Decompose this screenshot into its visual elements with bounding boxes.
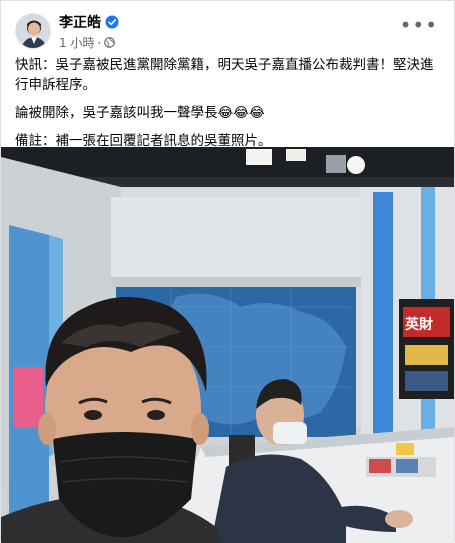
meta-separator: · — [97, 35, 102, 50]
studio-photo-illustration: 英財 — [1, 147, 454, 543]
author-block: 李正皓 1 小時 · — [59, 12, 119, 51]
globe-icon[interactable] — [104, 37, 116, 48]
verified-badge-icon — [105, 15, 119, 29]
post-meta: 1 小時 · — [59, 34, 119, 51]
more-options-button[interactable]: ••• — [400, 15, 438, 35]
more-horizontal-icon: ••• — [399, 13, 438, 37]
post-paragraph-2: 論被開除，吳子嘉該叫我一聲學長😂😂😂 — [15, 105, 265, 121]
person-avatar-icon — [16, 14, 50, 48]
post-paragraph-1: 快訊：吳子嘉被民進黨開除黨籍，明天吳子嘉直播公布裁判書！堅決進行申訴程序。 — [15, 57, 434, 93]
author-avatar[interactable] — [15, 13, 51, 49]
post-photo[interactable]: 英財 — [1, 147, 454, 543]
post-body: 快訊：吳子嘉被民進黨開除黨籍，明天吳子嘉直播公布裁判書！堅決進行申訴程序。 論被… — [15, 55, 442, 159]
facebook-post: 李正皓 1 小時 · ••• 快訊：吳子嘉被民進黨開除黨籍，明天吳子嘉直播公布裁… — [0, 0, 455, 543]
post-timestamp[interactable]: 1 小時 — [59, 34, 94, 51]
author-name[interactable]: 李正皓 — [59, 12, 101, 32]
author-row: 李正皓 — [59, 12, 119, 32]
poster-text: 英財 — [404, 316, 433, 333]
post-header: 李正皓 1 小時 · ••• — [15, 11, 442, 51]
